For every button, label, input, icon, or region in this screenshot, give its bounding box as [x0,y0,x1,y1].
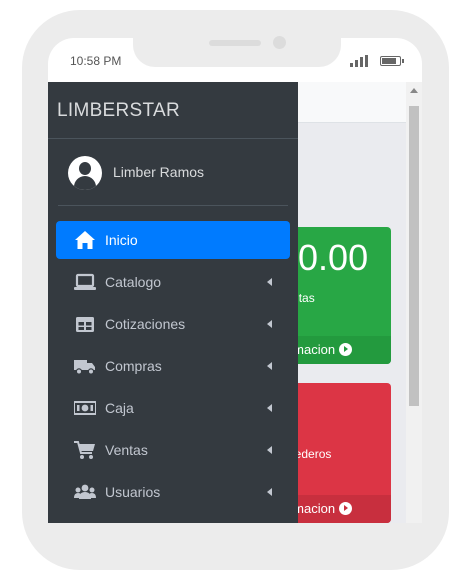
nav-item-caja[interactable]: Caja [56,389,290,427]
brand-link[interactable]: LIMBERSTAR [57,100,180,122]
chevron-left-icon [267,488,272,496]
money-bill-icon [74,401,96,415]
camera-icon [273,36,286,49]
nav-label: Inicio [105,232,138,248]
nav-label: Cotizaciones [105,316,186,332]
status-time: 10:58 PM [70,54,122,68]
signal-icon [350,55,370,67]
nav-item-inicio[interactable]: Inicio [56,221,290,259]
scroll-up-arrow[interactable] [410,88,418,93]
divider [48,138,298,139]
arrow-circle-right-icon [339,343,353,356]
chevron-left-icon [267,404,272,412]
chevron-left-icon [267,278,272,286]
main-header [298,82,406,123]
users-icon [74,484,96,499]
divider [58,205,288,206]
user-name[interactable]: Limber Ramos [113,164,204,180]
nav-item-cotizaciones[interactable]: Cotizaciones [56,305,290,343]
nav-item-catalogo[interactable]: Catalogo [56,263,290,301]
battery-fill [382,58,396,64]
sidebar: LIMBERSTAR Limber Ramos Inicio Catalogo [48,82,298,523]
user-avatar-icon [68,156,102,190]
nav-item-usuarios[interactable]: Usuarios [56,473,290,511]
laptop-icon [74,273,96,290]
nav-item-compras[interactable]: Compras [56,347,290,385]
arrow-circle-right-icon [339,502,353,515]
chevron-left-icon [267,320,272,328]
nav-item-ventas[interactable]: Ventas [56,431,290,469]
chevron-left-icon [267,446,272,454]
shopping-cart-icon [74,441,95,459]
speaker-icon [209,40,261,46]
truck-icon [74,360,95,375]
home-icon [75,231,95,249]
nav-label: Usuarios [105,484,161,500]
battery-icon [380,56,404,66]
nav-label: Caja [105,400,134,416]
scroll-thumb[interactable] [409,106,419,406]
nav-label: Compras [105,358,162,374]
nav-label: Catalogo [105,274,162,290]
phone-screen: 10:58 PM 70.00 Ventas formacion 0 recede… [48,38,422,523]
table-icon [76,317,94,332]
chevron-left-icon [267,362,272,370]
nav-label: Ventas [105,442,148,458]
phone-notch [133,29,341,67]
scrollbar[interactable] [406,82,422,523]
